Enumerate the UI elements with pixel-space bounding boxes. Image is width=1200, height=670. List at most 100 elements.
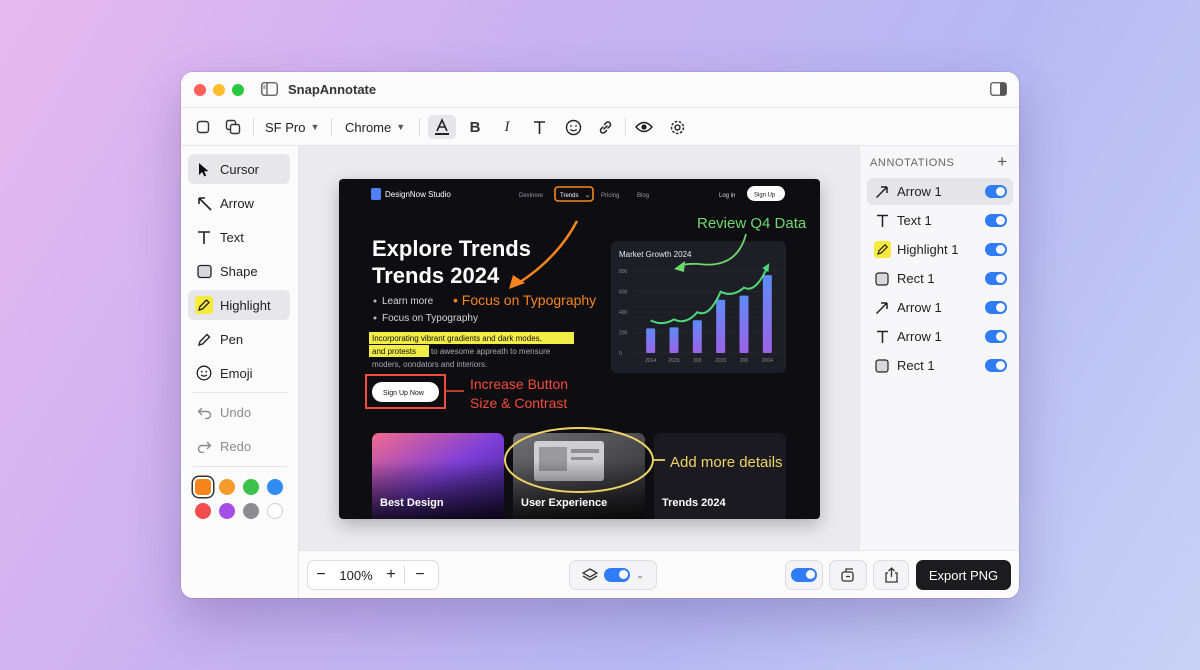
bottom-bar: − 100% + − ⌄ Export PNG [299,550,1019,598]
layers-toggle[interactable] [604,568,631,582]
annotation-visibility-toggle[interactable] [985,185,1007,198]
zoom-control: − 100% + − [307,560,439,590]
annotation-canvas[interactable]: DesignNow Studio Devinore Trends ⌄ Prici… [299,146,859,550]
annotations-panel: ANNOTATIONS + Arrow 1 Text 1 Highlight 1 Re… [859,146,1019,550]
color-swatch-purple[interactable] [219,503,235,519]
color-swatch-red[interactable] [195,503,211,519]
preview-cta-label: Sign Up Now [383,390,425,397]
font-family-value: SF Pro [265,119,306,135]
visibility-toggle[interactable] [791,568,817,582]
annotation-row[interactable]: Text 1 [867,207,1013,234]
annotation-row[interactable]: Highlight 1 [867,236,1013,263]
zoom-out-button[interactable]: − [308,566,334,584]
annotation-row[interactable]: Rect 1 [867,352,1013,379]
annotation-row[interactable]: Arrow 1 [867,294,1013,321]
tool-arrow[interactable]: Arrow [188,188,290,218]
annotation-row[interactable]: Arrow 1 [867,178,1013,205]
annotation-visibility-toggle[interactable] [985,272,1007,285]
x-tick-label: 2020 [668,358,679,364]
share-button[interactable] [873,560,909,590]
annotation-label: Rect 1 [897,358,935,373]
text-icon [198,230,210,244]
emoji-button[interactable] [561,115,585,139]
add-annotation-button[interactable]: + [997,152,1007,172]
chart-title: Market Growth 2024 [619,250,692,259]
annotation-row[interactable]: Rect 1 [867,265,1013,292]
color-swatch-white[interactable] [267,503,283,519]
rect-icon [875,271,889,286]
italic-icon: I [504,118,510,135]
pen-icon [197,333,210,346]
toolbar-divider [625,118,626,136]
y-tick-label: 200 [619,331,628,337]
tool-shape[interactable]: Shape [188,256,290,286]
text-style-button[interactable] [527,115,551,139]
screenshot-preview[interactable]: DesignNow Studio Devinore Trends ⌄ Prici… [339,179,820,519]
app-window: SnapAnnotate SF Pro ▼ Chrome ▼ B I Curso… [181,72,1019,598]
tool-highlight[interactable]: Highlight [188,290,290,320]
visibility-toggle-button[interactable] [785,560,823,590]
zoom-in-button[interactable]: + [378,566,404,584]
preview-login: Log in [719,193,735,199]
tool-cursor[interactable]: Cursor [188,154,290,184]
chevron-down-icon: ⌄ [636,569,644,580]
italic-button[interactable]: I [495,115,519,139]
x-tick-label: 303 [693,358,702,364]
y-tick-label: 0 [619,351,622,357]
chart-bar [646,328,656,353]
annotation-visibility-toggle[interactable] [985,214,1007,227]
tool-text[interactable]: Text [188,222,290,252]
select-frame-button[interactable] [191,115,215,139]
preview-nav-link: Pricing [601,193,619,199]
tool-pen[interactable]: Pen [188,324,290,354]
tool-label: Arrow [220,195,254,211]
annotation-visibility-toggle[interactable] [985,301,1007,314]
chevron-down-icon: ⌄ [585,193,590,199]
hero-body-text: to awesome appreath to mensure [431,347,551,356]
color-swatch-light-orange[interactable] [219,479,235,495]
tools-panel: Cursor Arrow Text Shape Highlight Pen Em… [181,146,299,598]
arrow-icon [875,301,888,314]
minimize-window-button[interactable] [213,84,225,96]
annotation-visibility-toggle[interactable] [985,359,1007,372]
text-color-button[interactable] [428,115,456,139]
undo-button[interactable]: Undo [188,397,290,427]
crop-button[interactable] [829,560,867,590]
highlight-icon [195,296,213,314]
eye-icon [635,121,653,133]
rect-icon [875,358,889,373]
preview-nav-link: Blog [637,193,649,199]
tool-emoji[interactable]: Emoji [188,358,290,388]
color-swatch-orange[interactable] [195,479,211,495]
annotation-visibility-toggle[interactable] [985,330,1007,343]
hero-title-line-2: Trends 2024 [372,263,500,288]
close-window-button[interactable] [194,84,206,96]
zoom-level: 100% [339,567,373,583]
export-png-button[interactable]: Export PNG [916,560,1011,590]
crop-icon [841,568,854,582]
bold-button[interactable]: B [463,115,487,139]
preview-button[interactable] [632,115,656,139]
arrowhead [509,275,525,289]
sidebar-toggle-icon[interactable] [261,82,278,96]
redo-button[interactable]: Redo [188,431,290,461]
color-swatch-gray[interactable] [243,503,259,519]
layers-control[interactable]: ⌄ [569,560,657,590]
settings-button[interactable] [665,115,689,139]
link-button[interactable] [593,115,617,139]
color-swatch-blue[interactable] [267,479,283,495]
font-family-select[interactable]: SF Pro ▼ [261,115,323,139]
annotation-row[interactable]: Arrow 1 [867,323,1013,350]
annotation-visibility-toggle[interactable] [985,243,1007,256]
callout-details: Add more details [670,454,783,471]
zoom-reset-button[interactable]: − [405,566,435,584]
color-swatch-green[interactable] [243,479,259,495]
zoom-window-button[interactable] [232,84,244,96]
duplicate-button[interactable] [221,115,245,139]
toolbar-divider [419,118,420,136]
x-tick-label: 2015 [715,358,726,364]
inspector-toggle-icon[interactable] [990,82,1007,96]
link-icon [599,120,611,134]
tool-label: Emoji [220,365,253,381]
browser-frame-select[interactable]: Chrome ▼ [341,115,409,139]
